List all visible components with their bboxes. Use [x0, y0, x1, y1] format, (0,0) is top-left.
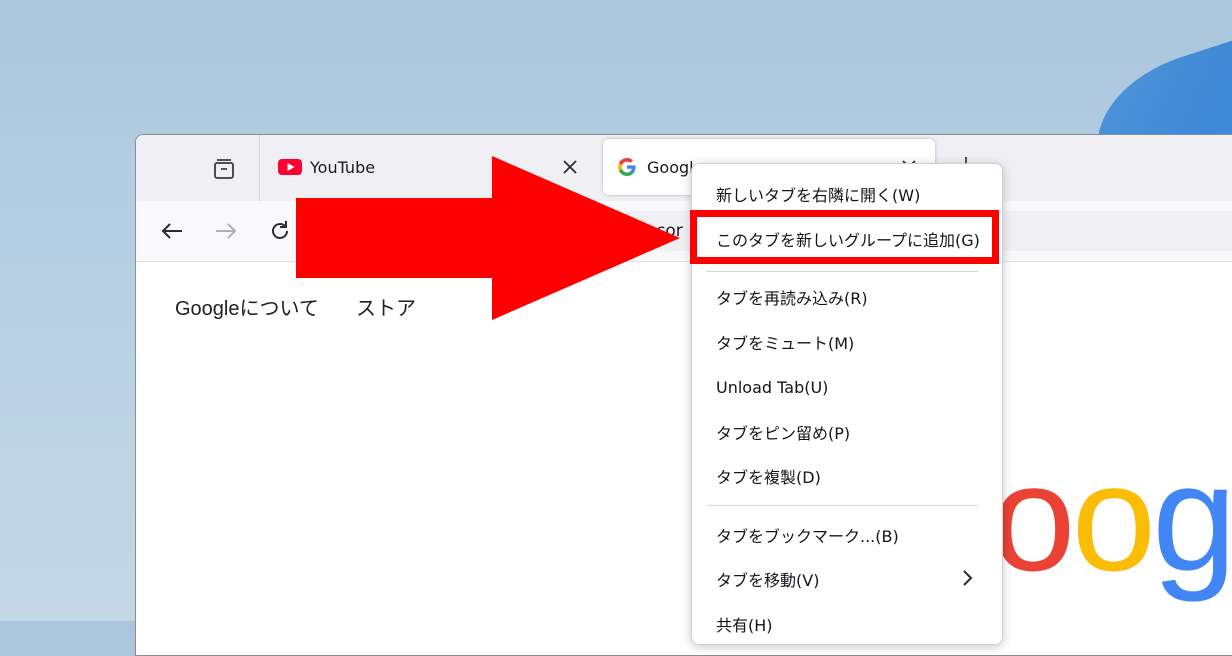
menu-item-label: タブを移動(V)	[716, 571, 820, 590]
menu-item-bookmark-tab[interactable]: タブをブックマーク...(B)	[692, 513, 1002, 557]
menu-item-unload-tab[interactable]: Unload Tab(U)	[692, 365, 1002, 409]
back-arrow-icon[interactable]	[158, 217, 186, 245]
menu-item-reload-tab[interactable]: タブを再読み込み(R)	[692, 275, 1002, 319]
tab-manager-icon[interactable]	[210, 155, 238, 183]
chevron-right-icon	[962, 569, 974, 591]
forward-arrow-icon[interactable]	[212, 217, 240, 245]
page-content: Googleについて ストア oogl	[136, 262, 1232, 655]
tab-divider	[259, 135, 260, 201]
annotation-highlight-box	[690, 210, 999, 264]
menu-item-mute-tab[interactable]: タブをミュート(M)	[692, 320, 1002, 364]
menu-item-move-tab[interactable]: タブを移動(V)	[692, 557, 1002, 601]
google-logo: oogl	[991, 433, 1232, 603]
menu-item-share[interactable]: 共有(H)	[692, 602, 1002, 646]
menu-separator	[706, 271, 978, 272]
menu-item-pin-tab[interactable]: タブをピン留め(P)	[692, 410, 1002, 454]
annotation-arrow	[296, 156, 680, 320]
reload-icon[interactable]	[266, 217, 294, 245]
menu-item-duplicate-tab[interactable]: タブを複製(D)	[692, 454, 1002, 498]
menu-separator	[706, 505, 978, 506]
